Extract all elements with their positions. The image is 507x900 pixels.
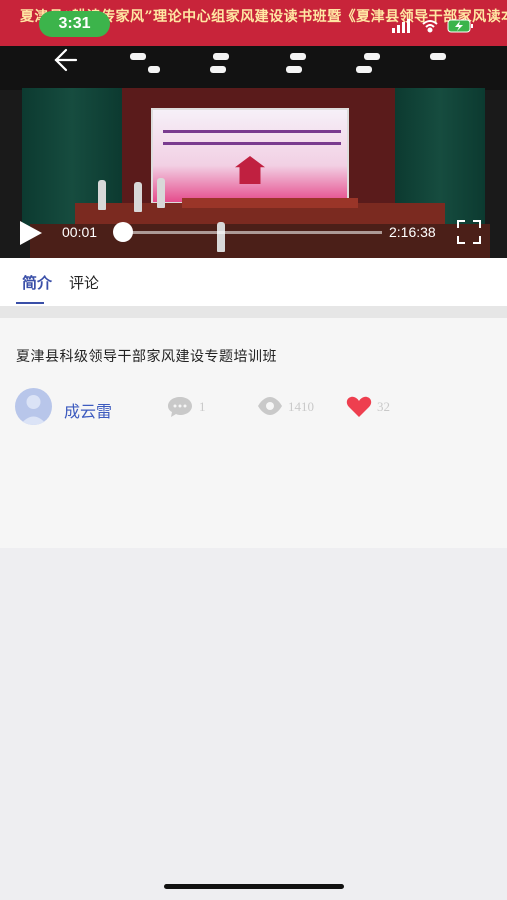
video-frame: 夏津县“耕读传家风”理论中心组家风建设读书班暨《夏津县领导干部家风读本》首发仪式 xyxy=(0,0,507,258)
status-time: 3:31 xyxy=(39,11,110,37)
back-arrow-icon[interactable] xyxy=(50,46,80,74)
avatar[interactable] xyxy=(15,388,52,425)
tab-active-indicator xyxy=(16,302,44,304)
stage-table xyxy=(182,198,358,208)
person xyxy=(157,178,165,208)
battery-charging-icon xyxy=(447,19,473,33)
video-title: 夏津县科级领导干部家风建设专题培训班 xyxy=(16,349,277,365)
progress-thumb[interactable] xyxy=(113,222,133,242)
comment-stat[interactable]: 1 xyxy=(167,396,227,417)
stage-screen xyxy=(151,108,349,204)
eye-icon xyxy=(258,397,282,415)
fullscreen-icon[interactable] xyxy=(457,220,481,244)
video-player[interactable]: 夏津县“耕读传家风”理论中心组家风建设读书班暨《夏津县领导干部家风读本》首发仪式… xyxy=(0,0,507,258)
comment-count: 1 xyxy=(199,399,206,414)
view-count: 1410 xyxy=(288,399,314,414)
signal-icon xyxy=(392,19,410,33)
view-stat: 1410 xyxy=(257,396,337,416)
person xyxy=(98,180,106,210)
like-stat[interactable]: 32 xyxy=(346,396,406,417)
tab-comments[interactable]: 评论 xyxy=(69,272,99,293)
author-name[interactable]: 成云雷 xyxy=(64,398,112,422)
section-divider xyxy=(0,306,507,318)
video-detail: 夏津县科级领导干部家风建设专题培训班 成云雷 1 1410 32 xyxy=(0,318,507,548)
status-icons xyxy=(392,19,473,33)
detail-tabs: 简介 评论 xyxy=(0,258,507,306)
heart-icon xyxy=(346,396,372,417)
tab-intro[interactable]: 简介 xyxy=(22,272,52,293)
person xyxy=(134,182,142,212)
like-count: 32 xyxy=(377,399,390,414)
person xyxy=(217,222,225,252)
wifi-icon xyxy=(422,20,438,33)
total-time: 2:16:38 xyxy=(389,224,436,240)
comment-icon xyxy=(168,397,192,417)
home-indicator[interactable] xyxy=(164,884,344,889)
progress-track[interactable] xyxy=(120,231,382,234)
user-icon xyxy=(20,395,47,425)
play-icon[interactable] xyxy=(18,219,44,247)
current-time: 00:01 xyxy=(62,224,98,240)
